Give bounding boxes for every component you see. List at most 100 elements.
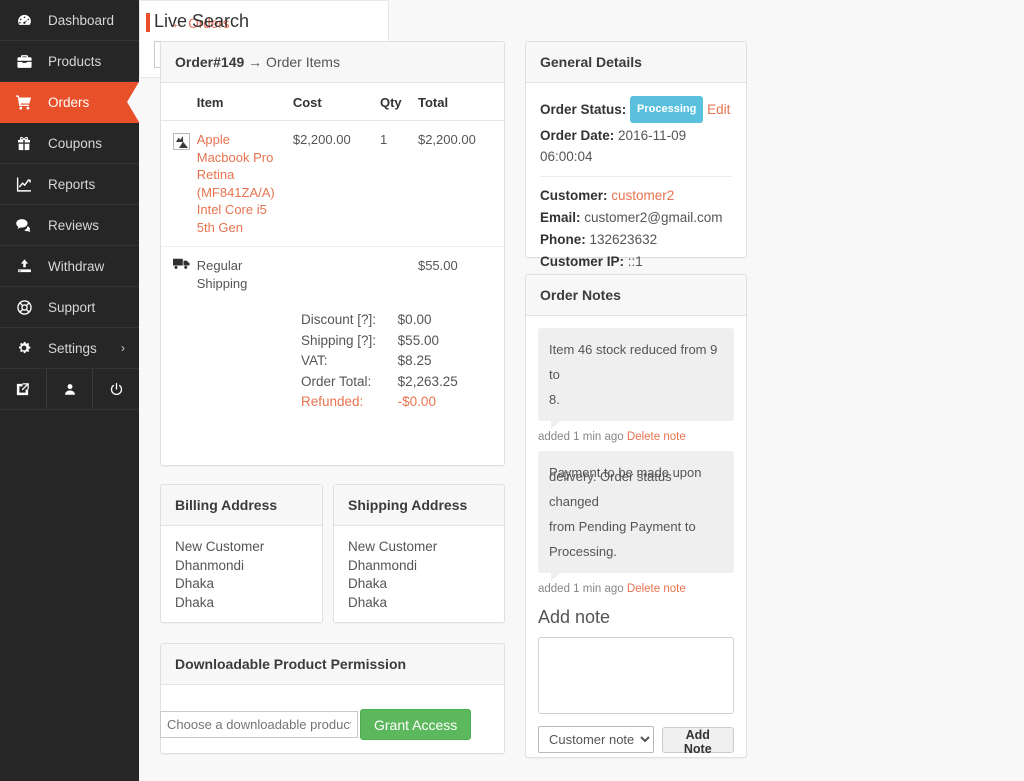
order-items-title: Order#149 → Order Items [161,42,504,83]
note-bubble: Payment to be made upon delivery. Order … [538,451,734,581]
order-status-row: Order Status: Processing Edit [540,96,732,124]
sidebar-item-orders[interactable]: Orders [0,82,139,123]
col-item-header: Item [196,83,293,121]
add-note-heading: Add note [538,607,611,627]
order-total-value: $2,263.25 [397,373,458,389]
order-total-label: Order Total: [301,373,372,389]
sidebar-item-label: Reviews [48,217,100,233]
order-items-table: Item Cost Qty Total VAT [161,83,504,303]
sidebar-bottom-bar [0,369,139,410]
order-number: Order#149 [175,54,245,70]
main-content: ← Orders Order#149 → Order Items Item Co… [139,0,1024,781]
phone-label: Phone: [540,232,586,247]
shipping-line: Dhanmondi [348,557,418,573]
sidebar: Dashboard Products Orders Coupons Report [0,0,139,781]
product-name-cell: Apple Macbook Pro Retina (MF841ZA/A) Int… [196,120,293,247]
note-added-time: added 1 min ago [538,431,624,443]
col-thumb-header [161,83,197,121]
sidebar-item-products[interactable]: Products [0,41,139,82]
product-total-cell: $2,200.00 [417,120,504,247]
order-notes-panel: Order Notes Item 46 stock reduced from 9… [525,274,747,758]
col-cost-header: Cost [292,83,380,121]
grant-access-button[interactable]: Grant Access [360,709,472,740]
shipping-label: Shipping [?]: [301,332,377,348]
add-note-textarea[interactable] [538,637,734,714]
briefcase-icon [0,53,48,70]
billing-address-panel: Billing Address New Customer Dhanmondi D… [160,484,323,623]
gear-icon [0,340,48,356]
shipping-line: New Customer [348,539,438,554]
shipping-address-body: New Customer Dhanmondi Dhaka Dhaka [334,526,504,624]
upload-icon [0,258,48,275]
customer-link[interactable]: customer2 [611,188,674,203]
product-link[interactable]: Apple Macbook Pro Retina (MF841ZA/A) Int… [197,132,275,235]
note-meta: added 1 min ago Delete note [538,573,734,601]
list-item: Item 46 stock reduced from 9 to 8. added… [538,328,734,449]
order-notes-body: Item 46 stock reduced from 9 to 8. added… [526,316,746,757]
dashboard-icon [0,12,48,29]
order-date-label: Order Date: [540,128,615,143]
shipping-line: Dhaka [348,576,388,591]
power-icon[interactable] [93,369,139,409]
chart-icon [0,176,48,193]
phone-value: 132623632 [589,232,658,247]
status-badge: Processing [630,96,704,123]
sidebar-item-coupons[interactable]: Coupons [0,123,139,164]
sidebar-item-reviews[interactable]: Reviews [0,205,139,246]
truck-icon [173,258,191,274]
note-line: Processing. [549,544,617,559]
product-qty-cell: 1 [379,120,418,247]
sidebar-item-settings[interactable]: Settings › [0,328,139,369]
sidebar-item-support[interactable]: Support [0,287,139,328]
shipping-total-cell: $55.00 [417,258,458,273]
totals-row-vat: VAT: $8.25 [301,351,504,372]
refunded-label: Refunded: [301,394,364,409]
external-link-icon[interactable] [0,369,47,409]
shipping-address-title: Shipping Address [334,485,504,526]
downloadable-permission-body: Grant Access [160,685,504,740]
product-thumbnail-cell [161,120,197,247]
sidebar-item-dashboard[interactable]: Dashboard [0,0,139,41]
table-row: Apple Macbook Pro Retina (MF841ZA/A) Int… [161,120,504,247]
delete-note-link[interactable]: Delete note [627,583,686,595]
table-header-row: Item Cost Qty Total VAT [161,83,504,121]
totals-row-order-total: Order Total: $2,263.25 [301,372,504,393]
note-type-select[interactable]: Customer note [538,726,654,753]
downloadable-permission-title: Downloadable Product Permission [161,644,504,685]
sidebar-item-reports[interactable]: Reports [0,164,139,205]
downloadable-product-input[interactable] [160,711,358,738]
billing-line: Dhanmondi [175,557,245,573]
sidebar-item-label: Orders [48,94,90,110]
order-totals: Discount [?]: $0.00 Shipping [?]: $55.00… [161,310,504,448]
downloadable-permission-panel: Downloadable Product Permission Grant Ac… [160,643,505,754]
broken-image-icon [173,133,190,150]
note-bubble: Item 46 stock reduced from 9 to 8. [538,328,734,429]
gift-icon [0,135,48,152]
customer-ip-value: ::1 [627,254,643,269]
add-note-controls: Customer note Add Note [538,726,734,756]
live-search-title: Live Search [146,11,388,32]
delete-note-link[interactable]: Delete note [627,431,686,443]
sidebar-item-label: Settings [48,340,97,356]
sidebar-item-withdraw[interactable]: Withdraw [0,246,139,287]
note-added-time: added 1 min ago [538,583,624,595]
list-item: Payment to be made upon delivery. Order … [538,451,734,601]
sidebar-item-label: Support [48,299,96,315]
user-icon[interactable] [47,369,94,409]
order-items-subtitle: → Order Items [244,54,340,70]
lifering-icon [0,299,48,316]
order-status-label: Order Status: [540,102,627,118]
shipping-icon-cell [161,247,197,303]
col-total-header: Total [417,83,504,121]
edit-status-link[interactable]: Edit [707,102,730,117]
order-date-row: Order Date: 2016-11-09 06:00:04 [540,125,732,167]
add-note-button[interactable]: Add Note [661,726,734,756]
billing-line: Dhaka [175,594,215,610]
shipping-value: $55.00 [397,332,439,348]
customer-label: Customer: [540,188,608,203]
note-meta: added 1 min ago Delete note [538,421,734,449]
totals-row-discount: Discount [?]: $0.00 [301,310,504,331]
shipping-line: Dhaka [348,594,388,610]
order-notes-title: Order Notes [526,275,746,316]
table-row: Regular Shipping $55.00 $8.25 [161,247,504,303]
